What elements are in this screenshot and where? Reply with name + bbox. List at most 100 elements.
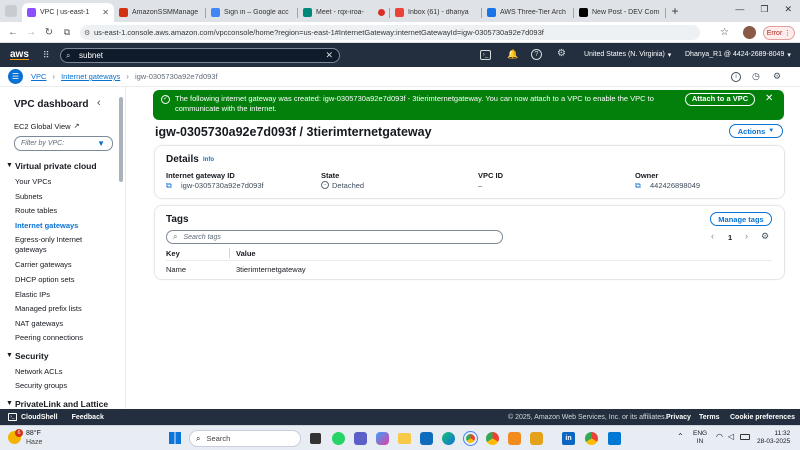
taskview-icon[interactable] <box>310 433 321 444</box>
sidebar-item-network-acls[interactable]: Network ACLs <box>15 367 63 376</box>
site-info-icon[interactable]: ⚙ <box>84 29 90 37</box>
clock[interactable]: 11:32 28-03-2025 <box>757 430 790 446</box>
menu-toggle-icon[interactable]: ☰ <box>8 69 23 84</box>
taskbar-search[interactable]: ⌕ Search <box>189 430 301 447</box>
privacy-link[interactable]: Privacy <box>666 414 691 421</box>
windows-start-icon[interactable] <box>169 432 181 444</box>
copy-icon[interactable]: ⧉ <box>166 181 172 191</box>
browser-tab[interactable]: AWS Three-Tier Arch <box>482 3 574 22</box>
section-toggle-icon[interactable]: ▼ <box>6 400 13 407</box>
section-title-privatelink-and-lattice[interactable]: PrivateLink and Lattice <box>15 399 108 409</box>
back-icon[interactable]: ← <box>4 27 22 38</box>
browser-tab[interactable]: Meet - rqx-iroa- <box>298 3 390 22</box>
browser-tab[interactable]: AmazonSSMManage <box>114 3 206 22</box>
manage-tags-button[interactable]: Manage tags <box>710 212 772 226</box>
cloudshell-link[interactable]: CloudShell <box>21 414 58 421</box>
forward-icon[interactable]: → <box>22 27 40 38</box>
next-page-icon[interactable]: › <box>745 231 748 241</box>
cookie-preferences-link[interactable]: Cookie preferences <box>730 414 795 421</box>
help-icon[interactable]: ? <box>531 49 542 60</box>
previous-page-icon[interactable]: ‹ <box>711 231 714 241</box>
teams-icon[interactable] <box>354 432 367 445</box>
chrome-profile-icon[interactable] <box>486 432 499 445</box>
feedback-link[interactable]: Feedback <box>72 414 104 421</box>
browser-tab[interactable]: New Post - DEV Com <box>574 3 666 22</box>
ec2-global-view-link[interactable]: EC2 Global View ↗ <box>14 122 79 131</box>
clear-search-icon[interactable]: ✕ <box>325 50 333 61</box>
sidebar-item-peering-connections[interactable]: Peering connections <box>15 333 83 342</box>
vpc-filter-select[interactable]: Filter by VPC: ▼ <box>14 136 113 151</box>
mail-app-icon[interactable] <box>420 432 433 445</box>
notifications-icon[interactable]: 🔔 <box>507 49 518 60</box>
weather-widget[interactable]: 6 88°F Haze <box>8 429 58 449</box>
dismiss-flash-icon[interactable]: ✕ <box>765 93 773 104</box>
whatsapp-icon[interactable] <box>332 432 345 445</box>
profile-avatar[interactable] <box>743 26 756 39</box>
breadcrumb-link-internet-gateways[interactable]: Internet gateways <box>61 72 120 81</box>
cloudshell-icon[interactable]: ›_ <box>8 413 17 421</box>
section-toggle-icon[interactable]: ▼ <box>6 162 13 169</box>
chrome-alt-icon[interactable] <box>585 432 598 445</box>
details-info-link[interactable]: Info <box>203 157 214 163</box>
files-app-icon[interactable] <box>508 432 521 445</box>
terms-link[interactable]: Terms <box>699 414 720 421</box>
battery-icon[interactable] <box>740 434 750 440</box>
info-panel-icon[interactable]: i <box>731 72 741 82</box>
section-title-security[interactable]: Security <box>15 351 49 361</box>
volume-icon[interactable]: ◁ <box>728 432 734 441</box>
store-icon[interactable] <box>530 432 543 445</box>
account-menu[interactable]: Dhanya_R1 @ 4424-2689-8049 ▾ <box>685 51 791 59</box>
edge-icon[interactable] <box>442 432 455 445</box>
tab-search-icon[interactable] <box>5 5 17 17</box>
sidebar-item-elastic-ips[interactable]: Elastic IPs <box>15 290 50 299</box>
cloudshell-icon[interactable]: ›_ <box>480 50 491 60</box>
browser-tab[interactable]: VPC | us-east-1 ✕ <box>22 3 114 22</box>
recent-history-icon[interactable]: ◷ <box>752 71 760 82</box>
sidebar-item-security-groups[interactable]: Security groups <box>15 381 67 390</box>
services-grid-icon[interactable]: ⠿ <box>43 50 50 61</box>
wifi-icon[interactable]: ◠ <box>716 432 723 441</box>
input-language[interactable]: ENG IN <box>693 430 707 446</box>
current-page-number[interactable]: 1 <box>728 233 732 242</box>
table-preferences-icon[interactable]: ⚙ <box>761 231 769 242</box>
sidebar-scrollbar[interactable] <box>119 97 123 182</box>
sidebar-item-your-vpcs[interactable]: Your VPCs <box>15 177 51 186</box>
sidebar-item-carrier-gateways[interactable]: Carrier gateways <box>15 260 72 269</box>
search-input[interactable]: ⌕ subnet ✕ <box>60 48 340 63</box>
close-tab-icon[interactable]: ✕ <box>102 8 109 17</box>
sidebar-item-managed-prefix-lists[interactable]: Managed prefix lists <box>15 304 82 313</box>
tray-overflow-icon[interactable]: ⌃ <box>677 432 684 441</box>
bookmark-star-icon[interactable]: ☆ <box>720 27 729 38</box>
aws-logo[interactable]: aws <box>10 50 29 60</box>
sidebar-item-dhcp-option-sets[interactable]: DHCP option sets <box>15 275 74 284</box>
section-title-virtual-private-cloud[interactable]: Virtual private cloud <box>15 161 97 171</box>
url-field[interactable]: ⚙ us-east-1.console.aws.amazon.com/vpcco… <box>80 25 700 40</box>
region-selector[interactable]: United States (N. Virginia) ▾ <box>584 51 671 59</box>
tag-search-input[interactable]: ⌕ Search tags <box>166 230 503 244</box>
maximize-icon[interactable]: ❐ <box>760 4 768 15</box>
copy-icon[interactable]: ⧉ <box>635 181 641 191</box>
attach-to-vpc-button[interactable]: Attach to a VPC <box>685 93 755 106</box>
collapse-sidebar-icon[interactable]: ‹ <box>97 97 101 109</box>
vscode-icon[interactable] <box>608 432 621 445</box>
browser-tab[interactable]: Inbox (61) - dhanya <box>390 3 482 22</box>
chrome-icon[interactable] <box>463 431 478 446</box>
sidebar-item-internet-gateways[interactable]: Internet gateways <box>15 221 78 230</box>
sidebar-item-route-tables[interactable]: Route tables <box>15 206 57 215</box>
new-tab-button[interactable]: + <box>666 3 684 22</box>
split-panel-icon[interactable]: ⚙ <box>773 71 781 82</box>
linkedin-icon[interactable]: in <box>562 432 575 445</box>
file-explorer-icon[interactable] <box>398 433 411 444</box>
close-window-icon[interactable]: ✕ <box>784 4 792 15</box>
breadcrumb-link-vpc[interactable]: VPC <box>31 72 46 81</box>
sidebar-item-subnets[interactable]: Subnets <box>15 192 43 201</box>
copilot-icon[interactable] <box>376 432 389 445</box>
extensions-icon[interactable]: ⧉ <box>58 27 76 38</box>
sidebar-item-nat-gateways[interactable]: NAT gateways <box>15 319 63 328</box>
browser-tab[interactable]: Sign in – Google acc <box>206 3 298 22</box>
minimize-icon[interactable]: — <box>735 4 744 15</box>
actions-button[interactable]: Actions ▼ <box>729 124 783 138</box>
section-toggle-icon[interactable]: ▼ <box>6 352 13 359</box>
reload-icon[interactable]: ↻ <box>40 27 58 38</box>
sidebar-item-egress-only-internet-gateways[interactable]: Egress-only Internet gateways <box>15 235 97 255</box>
